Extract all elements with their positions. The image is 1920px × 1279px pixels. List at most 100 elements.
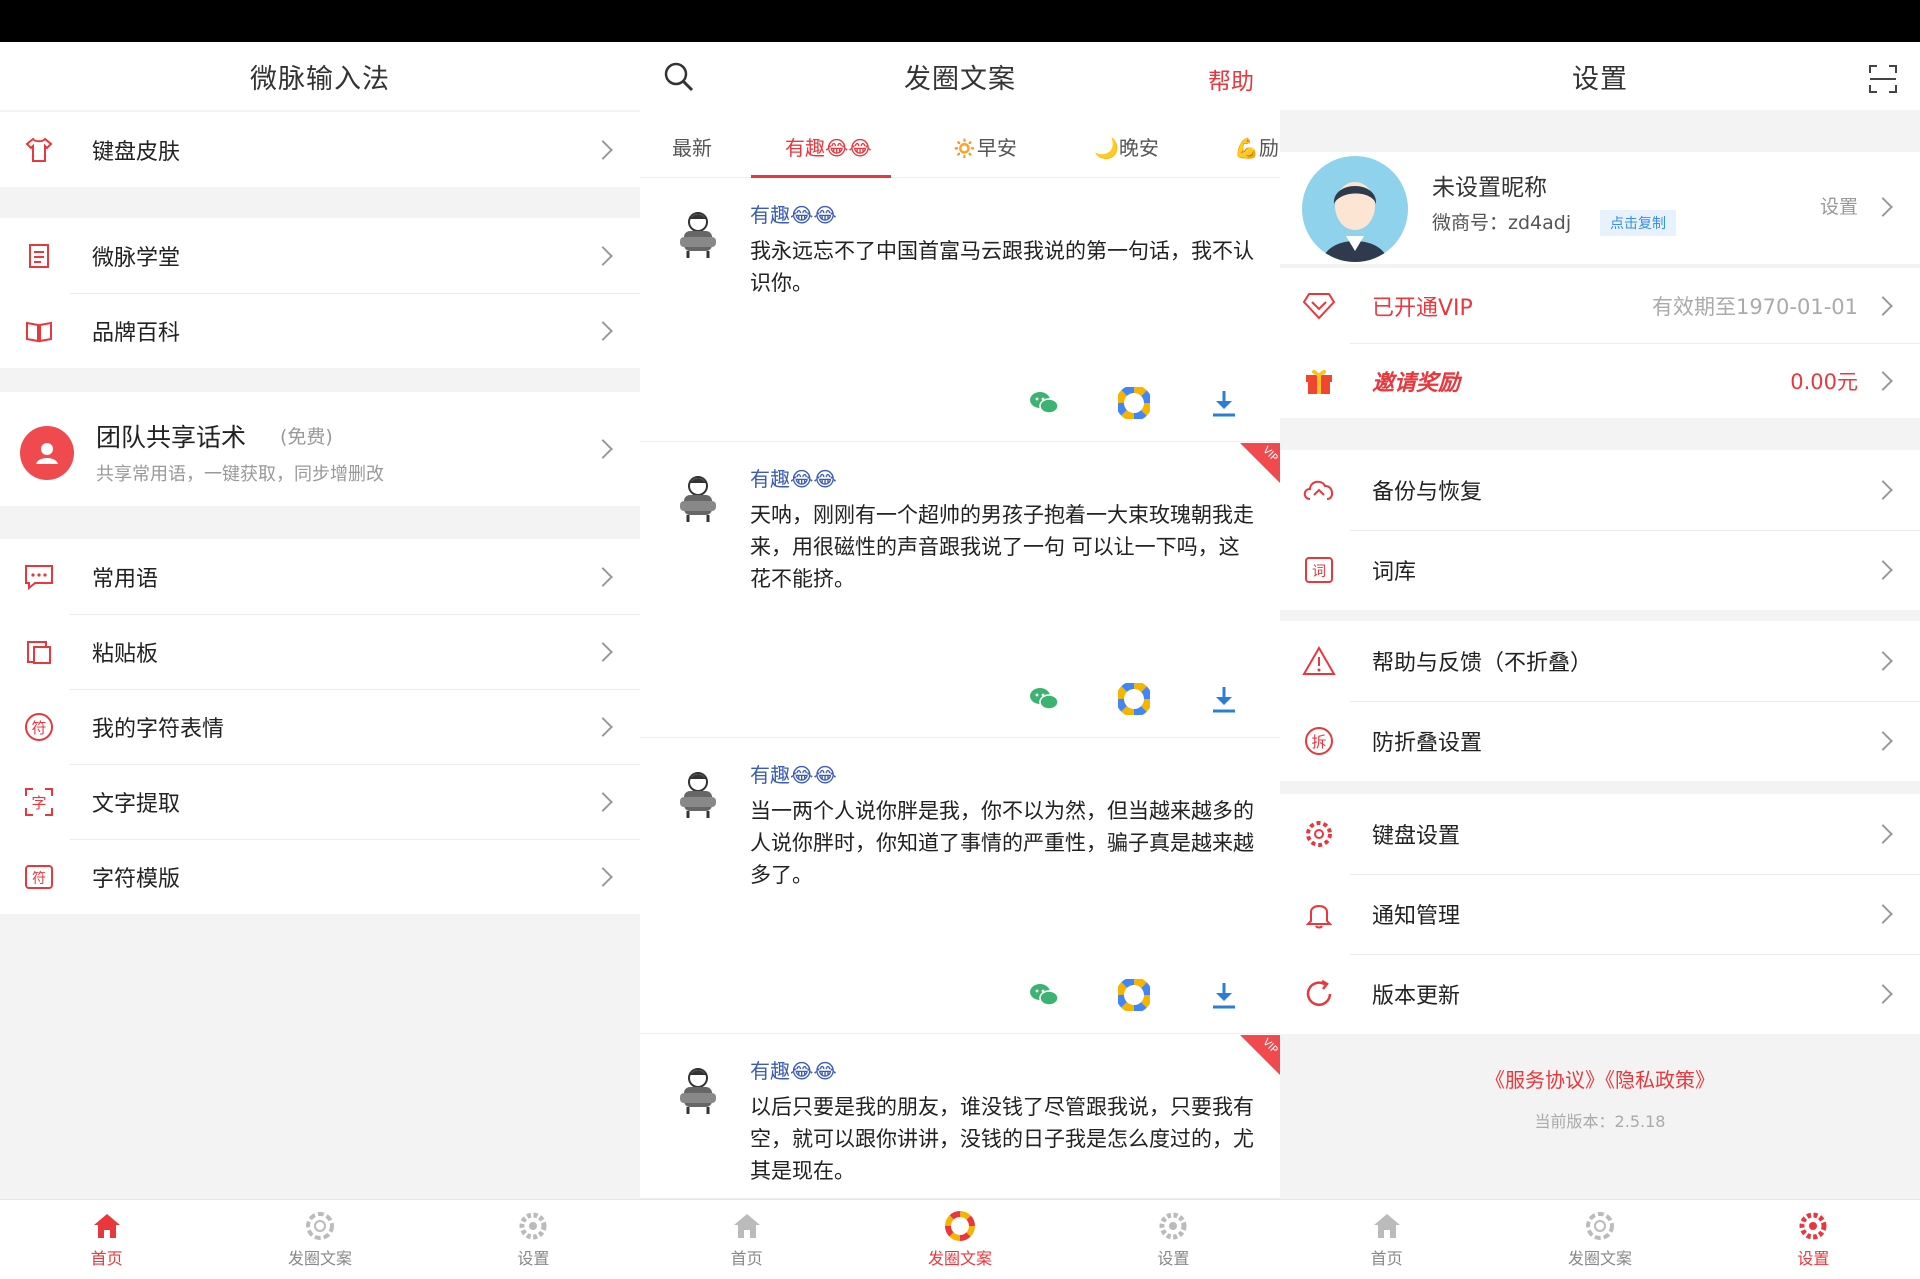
menu-label: 粘贴板 [92,641,159,667]
menu-item-brand[interactable]: 品牌百科 [0,293,640,368]
post-text[interactable]: 我永远忘不了中国首富马云跟我说的第一句话，我不认识你。 [750,235,1260,299]
chevron-right-icon [593,566,613,587]
svg-text:词: 词 [1312,564,1326,580]
profile-card[interactable]: 未设置昵称 微商号：zd4adj 点击复制 设置 [1280,152,1920,264]
svg-text:拆: 拆 [1311,733,1326,751]
nav-posts[interactable]: 发圈文案 [1493,1200,1706,1279]
tab-morning[interactable]: 🔅早安 [952,132,1017,161]
copy-button[interactable]: 点击复制 [1600,210,1676,236]
wechat-share-icon[interactable] [1028,979,1060,1011]
post-card: 有趣😂😂 我永远忘不了中国首富马云跟我说的第一句话，我不认识你。 [640,179,1280,442]
menu-item-backup[interactable]: 备份与恢复 [1280,450,1920,530]
page-title: 微脉输入法 [250,63,390,95]
nav-settings[interactable]: 设置 [1067,1200,1280,1279]
team-avatar-icon [20,426,74,480]
nav-settings-label: 设置 [517,1248,550,1268]
chevron-right-icon [1873,560,1893,580]
download-icon[interactable] [1208,387,1240,419]
page-title: 设置 [1572,63,1628,95]
vip-ribbon [1240,443,1280,483]
moments-share-icon[interactable] [1116,681,1152,717]
post-tag: 有趣😂😂 [750,203,837,227]
menu-label: 微脉学堂 [92,245,181,271]
chevron-right-icon [593,439,613,459]
category-tabs: 最新 有趣😂😂 🔅早安 🌙晚安 💪励 [640,110,1280,178]
tab-funny[interactable]: 有趣😂😂 [785,132,872,161]
chevron-right-icon [1873,984,1893,1004]
team-share-card[interactable]: 团队共享话术 (免费) 共享常用语，一键获取，同步增删改 [0,392,640,506]
anti-fold-icon: 拆 [1302,724,1336,758]
refresh-icon [1302,977,1336,1011]
bottom-nav: 首页 发圈文案 设置 [0,1199,640,1279]
menu-item-notifications[interactable]: 通知管理 [1280,874,1920,954]
post-card: VIP 有趣😂😂 天呐，刚刚有一个超帅的男孩子抱着一大束玫瑰朝我走来，用很磁性的… [640,443,1280,738]
header: 发圈文案 帮助 [640,42,1280,110]
vip-label: 已开通VIP [1372,295,1473,321]
avatar [680,212,716,258]
menu-item-dictionary[interactable]: 词 词库 [1280,530,1920,610]
chevron-right-icon [593,716,613,737]
shutter-icon [1585,1211,1614,1240]
vip-expiry: 有效期至1970-01-01 [1651,294,1858,319]
nav-home[interactable]: 首页 [0,1200,213,1279]
gear-icon [1799,1212,1827,1239]
status-bar [0,0,1920,42]
download-icon[interactable] [1208,683,1240,715]
menu-label: 词库 [1372,560,1417,585]
search-icon[interactable] [662,60,696,94]
nav-settings-label: 设置 [1797,1248,1830,1268]
scan-icon[interactable] [1868,64,1898,94]
menu-item-phrases[interactable]: 常用语 [0,539,640,614]
tab-indicator [751,175,891,178]
tab-night[interactable]: 🌙晚安 [1094,132,1159,161]
invite-label: 邀请奖励 [1372,370,1461,396]
version-text: 当前版本：2.5.18 [1534,1112,1666,1131]
menu-item-template[interactable]: 符 字符模版 [0,839,640,914]
template-icon: 符 [22,860,56,894]
menu-label: 帮助与反馈（不折叠） [1372,651,1593,676]
menu-item-anti-fold[interactable]: 拆 防折叠设置 [1280,701,1920,781]
post-actions [1028,385,1240,421]
nav-settings[interactable]: 设置 [1707,1200,1920,1279]
chevron-right-icon [1873,197,1893,217]
moments-share-icon[interactable] [1116,385,1152,421]
bell-icon [1302,897,1336,931]
menu-item-ocr[interactable]: 字 文字提取 [0,764,640,839]
tab-latest[interactable]: 最新 [672,132,712,161]
download-icon[interactable] [1208,979,1240,1011]
wechat-share-icon[interactable] [1028,683,1060,715]
post-text[interactable]: 以后只要是我的朋友，谁没钱了尽管跟我说，只要我有空，就可以跟你讲讲，没钱的日子我… [750,1091,1260,1187]
invite-row[interactable]: 邀请奖励 0.00元 [1280,343,1920,418]
tools-group: 常用语 粘贴板 符 我的字符表情 字 文字提取 符 字符模版 [0,539,640,914]
nav-settings[interactable]: 设置 [427,1200,640,1279]
menu-item-symbols[interactable]: 符 我的字符表情 [0,689,640,764]
vip-row[interactable]: 已开通VIP 有效期至1970-01-01 [1280,268,1920,343]
moments-share-icon[interactable] [1116,977,1152,1013]
tab-motivation[interactable]: 💪励 [1234,132,1279,161]
menu-item-keyboard[interactable]: 键盘设置 [1280,794,1920,874]
wechat-id: 微商号：zd4adj [1432,212,1572,234]
post-card: 有趣😂😂 当一两个人说你胖是我，你不以为然，但当越来越多的人说你胖时，你知道了事… [640,739,1280,1034]
menu-item-skin[interactable]: 键盘皮肤 [0,112,640,187]
policy-links[interactable]: 《服务协议》《隐私政策》 [1280,1064,1920,1093]
vip-ribbon [1240,1035,1280,1075]
menu-item-update[interactable]: 版本更新 [1280,954,1920,1034]
menu-item-feedback[interactable]: 帮助与反馈（不折叠） [1280,621,1920,701]
wechat-share-icon[interactable] [1028,387,1060,419]
avatar [680,1068,716,1114]
nav-posts-label: 发圈文案 [927,1248,992,1268]
menu-item-academy[interactable]: 微脉学堂 [0,218,640,293]
nav-home[interactable]: 首页 [1280,1200,1493,1279]
menu-item-clipboard[interactable]: 粘贴板 [0,614,640,689]
profile-setting-link[interactable]: 设置 [1820,192,1858,219]
nav-posts[interactable]: 发圈文案 [853,1200,1066,1279]
bottom-nav: 首页 发圈文案 设置 [1280,1199,1920,1279]
nav-posts[interactable]: 发圈文案 [213,1200,426,1279]
post-text[interactable]: 当一两个人说你胖是我，你不以为然，但当越来越多的人说你胖时，你知道了事情的严重性… [750,795,1260,891]
menu-label: 键盘设置 [1372,824,1461,849]
nav-home[interactable]: 首页 [640,1200,853,1279]
help-link[interactable]: 帮助 [1208,62,1254,96]
post-card: VIP 有趣😂😂 以后只要是我的朋友，谁没钱了尽管跟我说，只要我有空，就可以跟你… [640,1035,1280,1199]
menu-label: 备份与恢复 [1372,480,1483,505]
post-text[interactable]: 天呐，刚刚有一个超帅的男孩子抱着一大束玫瑰朝我走来，用很磁性的声音跟我说了一句 … [750,499,1260,595]
